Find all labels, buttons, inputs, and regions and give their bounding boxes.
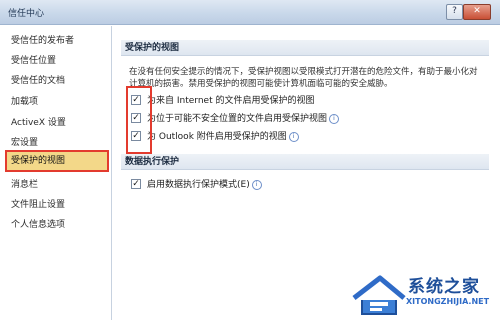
watermark-url: XITONGZHIJIA.NET [406, 297, 490, 306]
sidebar: 受信任的发布者 受信任位置 受信任的文档 加载项 ActiveX 设置 宏设置 … [4, 26, 112, 320]
sidebar-item-protected-view[interactable]: 受保护的视图 [5, 150, 109, 172]
sidebar-item-privacy[interactable]: 个人信息选项 [7, 216, 107, 234]
sidebar-item-add-ins[interactable]: 加载项 [7, 93, 107, 111]
info-icon[interactable]: i [288, 132, 299, 142]
sidebar-item-trusted-documents[interactable]: 受信任的文档 [7, 72, 107, 90]
close-button[interactable]: ✕ [463, 4, 491, 20]
info-icon[interactable]: i [329, 114, 340, 124]
house-logo-icon [352, 275, 406, 315]
dep-heading: 数据执行保护 [121, 154, 489, 170]
title-bar: 信任中心 ? ✕ [0, 0, 500, 25]
protected-view-heading: 受保护的视图 [121, 40, 489, 56]
option-unsafe-locations-label: 为位于可能不安全位置的文件启用受保护视图 [147, 114, 328, 124]
watermark-logo: 系统之家 XITONGZHIJIA.NET [350, 268, 496, 320]
info-icon[interactable]: i [251, 180, 262, 190]
sidebar-item-trusted-locations[interactable]: 受信任位置 [7, 52, 107, 70]
option-internet-files-label: 为来自 Internet 的文件启用受保护的视图 [147, 96, 315, 106]
checkbox-dep-mode[interactable]: ✓ [131, 179, 141, 189]
option-outlook-attachments-label: 为 Outlook 附件启用受保护的视图 [147, 132, 287, 142]
checkbox-highlight-frame [126, 86, 152, 154]
sidebar-item-activex[interactable]: ActiveX 设置 [7, 114, 107, 132]
sidebar-item-file-block[interactable]: 文件阻止设置 [7, 196, 107, 214]
help-button[interactable]: ? [446, 4, 463, 20]
protected-view-description: 在没有任何安全提示的情况下，受保护视图以受限模式打开潜在的危险文件，有助于最小化… [129, 67, 478, 89]
window-title: 信任中心 [8, 9, 45, 19]
sidebar-item-trusted-publishers[interactable]: 受信任的发布者 [7, 32, 107, 50]
sidebar-item-message-bar[interactable]: 消息栏 [7, 176, 107, 194]
option-dep-mode-label: 启用数据执行保护模式(E) [147, 180, 250, 190]
watermark-title: 系统之家 [408, 277, 480, 297]
